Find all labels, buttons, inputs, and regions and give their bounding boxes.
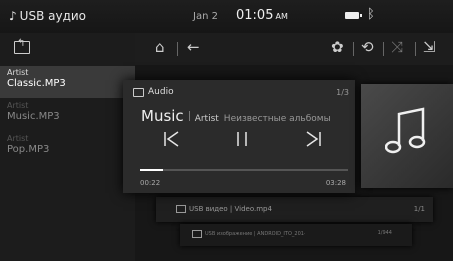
folder-icon xyxy=(133,87,144,97)
folder-up-icon[interactable] xyxy=(14,38,30,54)
status-time-value: 01:05 xyxy=(236,8,274,23)
image-icon xyxy=(192,230,202,238)
track-info: Music Artist Неизвестные альбомы xyxy=(141,107,331,125)
video-card[interactable]: USB видео | Video.mp4 1/1 xyxy=(156,197,433,222)
list-item-artist: Artist xyxy=(7,134,29,143)
top-toolbar: ⌂ ← ✿ ⟲ ⤨ ⇲ xyxy=(135,33,453,65)
status-time: 01:05 AM xyxy=(236,8,288,23)
status-ampm: AM xyxy=(275,12,288,21)
settings-icon[interactable]: ✿ xyxy=(331,38,344,56)
pause-icon[interactable] xyxy=(234,130,250,153)
progress-fill xyxy=(140,169,163,171)
video-icon xyxy=(176,205,186,213)
bluetooth-icon: ᛒ xyxy=(367,7,375,22)
track-title: Music xyxy=(141,107,184,125)
music-note-icon xyxy=(385,107,426,154)
image-card-index: 1/944 xyxy=(377,230,392,236)
divider xyxy=(188,111,190,121)
image-card-title: USB изображение | ANDROID_ITO_201· xyxy=(192,230,306,238)
list-item[interactable]: Artist Music.MP3 xyxy=(0,99,135,131)
home-icon[interactable]: ⌂ xyxy=(155,38,165,56)
video-card-index: 1/1 xyxy=(413,205,425,213)
repeat-icon[interactable]: ⟲ xyxy=(361,38,374,56)
source-title: ♪ USB аудио xyxy=(9,9,86,23)
list-item-name: Music.MP3 xyxy=(7,111,60,122)
track-album: Неизвестные альбомы xyxy=(223,114,331,124)
total-time: 03:28 xyxy=(325,179,346,187)
list-item-artist: Artist xyxy=(7,68,29,77)
divider xyxy=(353,42,354,56)
video-card-title-text: USB видео | Video.mp4 xyxy=(189,205,272,213)
list-item-name: Classic.MP3 xyxy=(7,78,66,89)
track-artist: Artist xyxy=(194,114,219,124)
status-bar: ♪ USB аудио Jan 2 01:05 AM ᛒ xyxy=(0,0,453,33)
image-card-title-text: USB изображение | ANDROID_ITO_201· xyxy=(205,231,306,237)
file-list-sidebar: Artist Classic.MP3 Artist Music.MP3 Arti… xyxy=(0,33,135,261)
current-time: 00:22 xyxy=(140,179,161,187)
source-title-label: USB аудио xyxy=(19,9,87,23)
shuffle-icon[interactable]: ⤨ xyxy=(391,38,403,56)
list-item-name: Pop.MP3 xyxy=(7,144,50,155)
player-source: Audio xyxy=(133,87,174,97)
list-item[interactable]: Artist Pop.MP3 xyxy=(0,132,135,164)
album-art xyxy=(361,84,453,188)
progress-bar[interactable] xyxy=(140,169,348,171)
back-arrow-icon[interactable]: ← xyxy=(187,38,200,56)
track-index: 1/3 xyxy=(336,88,349,97)
battery-icon xyxy=(345,12,362,19)
source-icon[interactable]: ⇲ xyxy=(423,38,436,56)
player-source-label: Audio xyxy=(148,87,174,97)
divider xyxy=(383,42,384,56)
list-item-artist: Artist xyxy=(7,101,29,110)
audio-player-card[interactable]: Audio 1/3 Music Artist Неизвестные альбо… xyxy=(123,80,355,193)
image-card[interactable]: USB изображение | ANDROID_ITO_201· 1/944 xyxy=(180,224,412,246)
divider xyxy=(415,42,416,56)
previous-track-icon[interactable] xyxy=(163,130,181,153)
video-card-title: USB видео | Video.mp4 xyxy=(176,205,272,213)
list-item[interactable]: Artist Classic.MP3 xyxy=(0,66,135,98)
music-note-icon: ♪ xyxy=(9,9,17,23)
next-track-icon[interactable] xyxy=(304,130,322,153)
status-date: Jan 2 xyxy=(193,11,218,22)
divider xyxy=(177,42,178,56)
